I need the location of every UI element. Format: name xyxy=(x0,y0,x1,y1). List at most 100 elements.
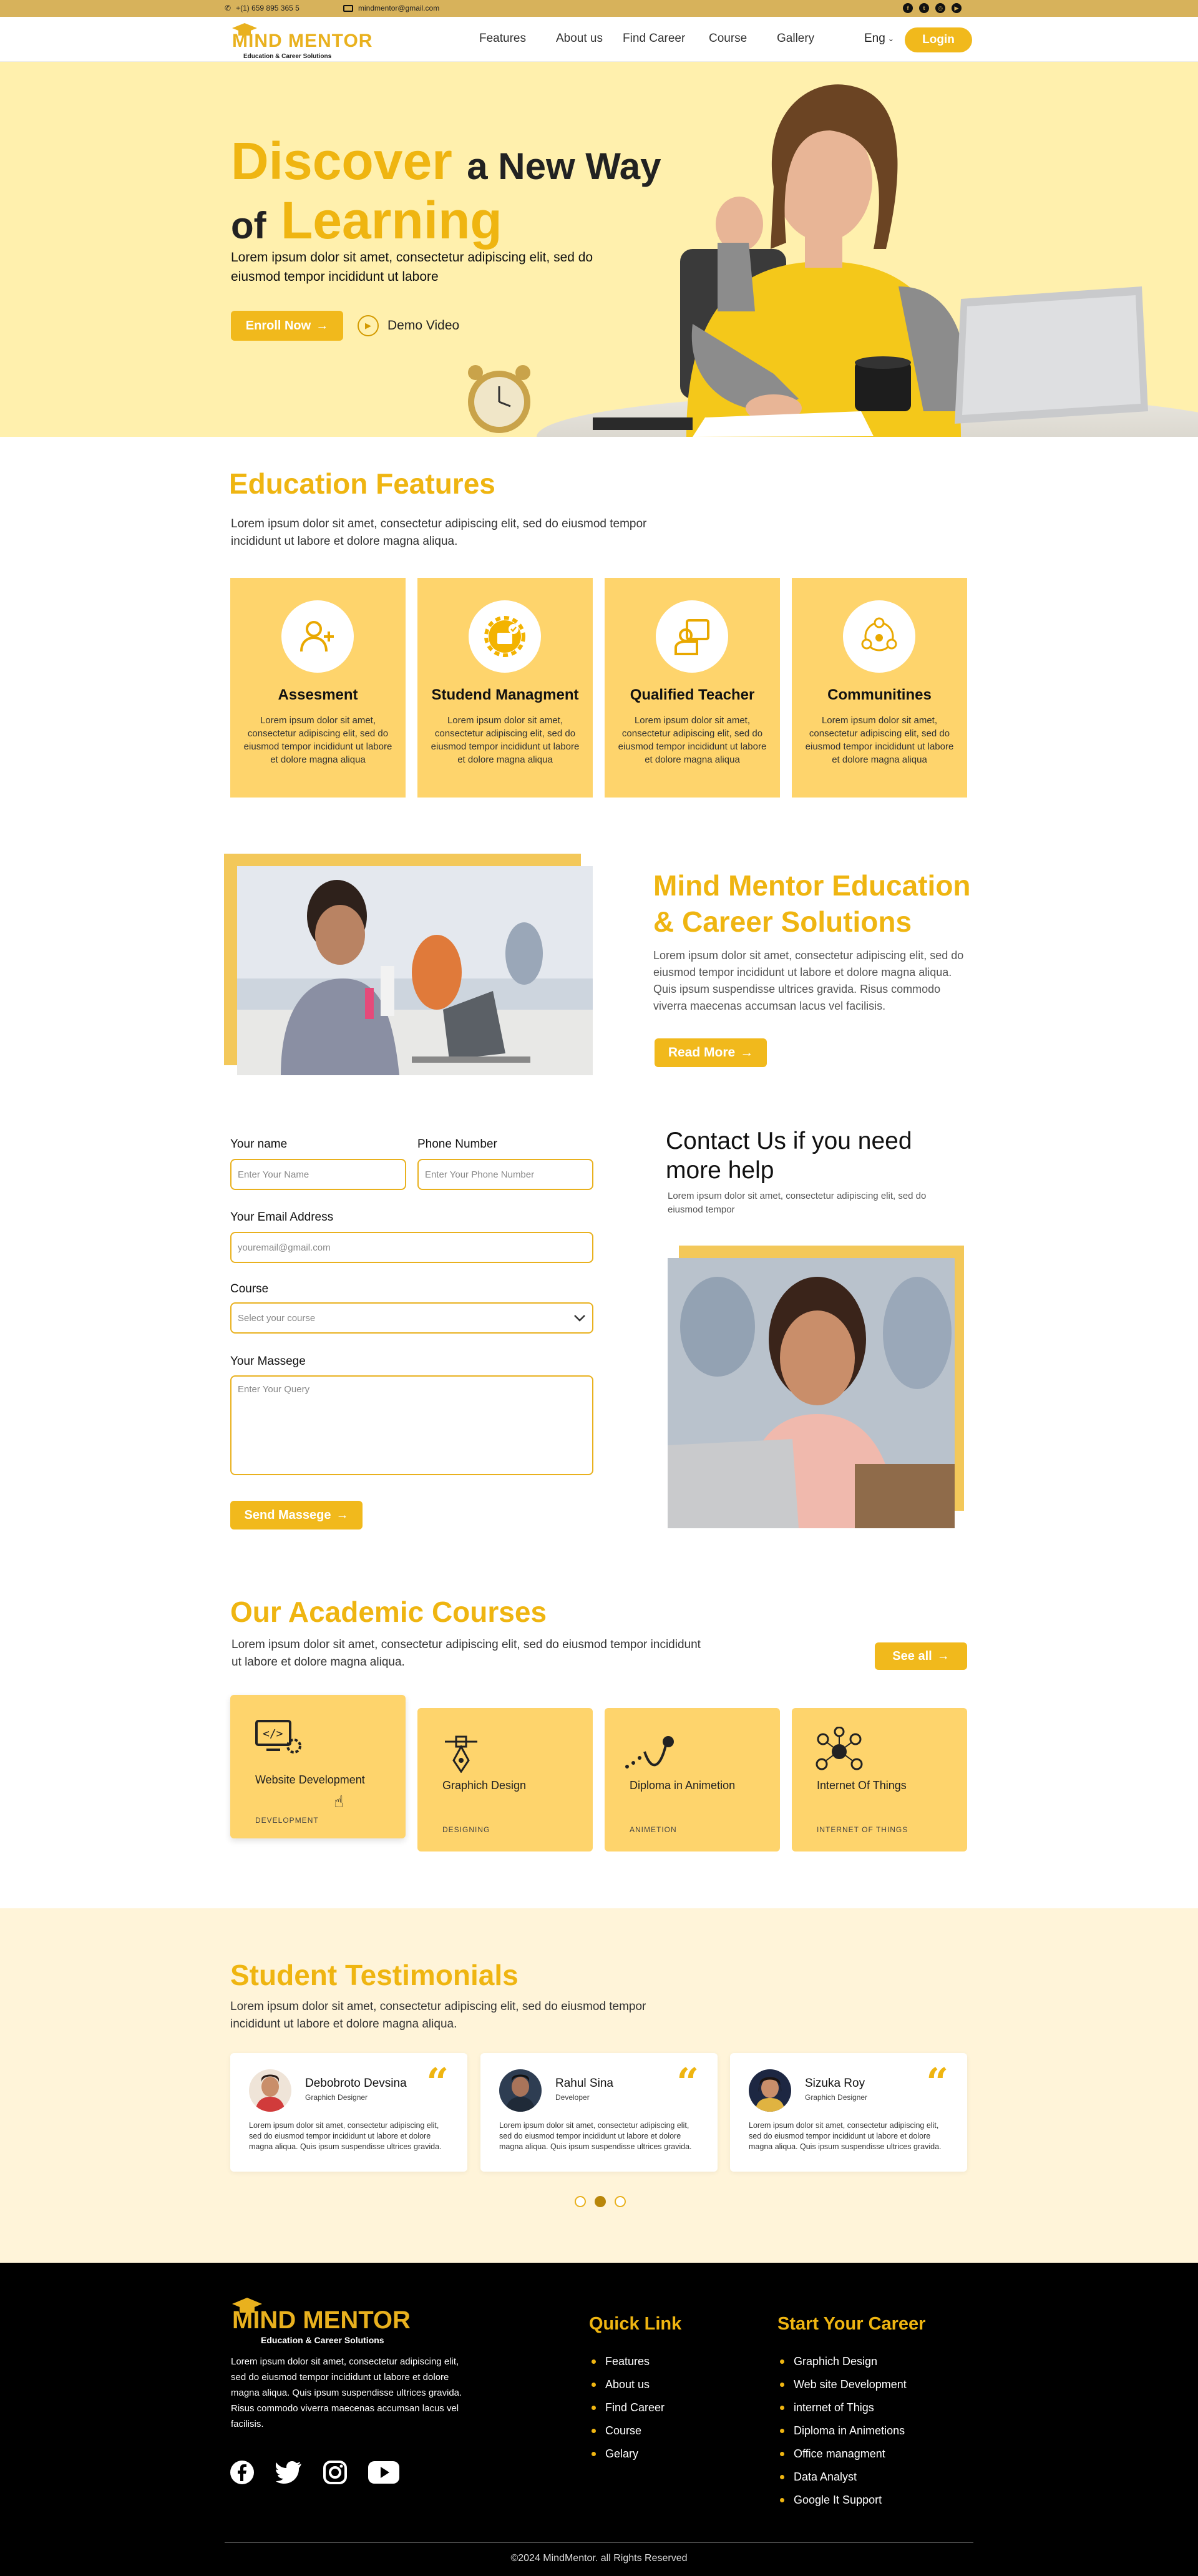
course-category: ANIMETION xyxy=(630,1825,677,1834)
feature-card: Assesment Lorem ipsum dolor sit amet, co… xyxy=(230,578,406,798)
enroll-now-label: Enroll Now xyxy=(245,318,311,333)
arrow-right-icon: → xyxy=(336,1508,349,1522)
see-all-button[interactable]: See all → xyxy=(875,1642,967,1670)
feature-text: Lorem ipsum dolor sit amet, consectetur … xyxy=(618,715,767,765)
instagram-icon[interactable]: ◎ xyxy=(935,3,945,13)
code-gear-icon: </> xyxy=(255,1720,301,1754)
course-category: DEVELOPMENT xyxy=(255,1816,319,1825)
testimonial-card: Debobroto Devsina Graphich Designer “ Lo… xyxy=(230,2053,467,2172)
contact-heading-line1: Contact Us if you need xyxy=(666,1128,912,1154)
quick-link-item[interactable]: About us xyxy=(592,2378,665,2391)
facebook-icon[interactable] xyxy=(230,2460,255,2485)
feature-icon-circle xyxy=(656,600,728,673)
nav-link-find-career[interactable]: Find Career xyxy=(623,32,685,46)
feature-icon-circle xyxy=(281,600,354,673)
testimonial-name: Sizuka Roy xyxy=(805,2077,865,2090)
about-student-image xyxy=(237,866,593,1075)
contact-heading: Contact Us if you need more help xyxy=(666,1126,912,1185)
course-select[interactable]: Select your course xyxy=(230,1302,593,1334)
copyright-text: ©2024 MindMentor. all Rights Reserved xyxy=(510,2553,688,2564)
footer-social-links xyxy=(230,2460,399,2485)
nav-link-features[interactable]: Features xyxy=(479,32,526,46)
course-card-iot[interactable]: Internet Of Things INTERNET OF THINGS xyxy=(792,1708,967,1852)
feature-title: Assesment xyxy=(278,686,358,703)
brand-tagline: Education & Career Solutions xyxy=(243,53,332,60)
quick-link-item[interactable]: Gelary xyxy=(592,2447,665,2461)
hero-title-discover: Discover xyxy=(231,132,452,190)
about-title-line2: & Career Solutions xyxy=(653,905,912,938)
enroll-now-button[interactable]: Enroll Now → xyxy=(231,311,343,341)
career-link-item[interactable]: Graphich Design xyxy=(780,2355,907,2368)
quick-link-item[interactable]: Find Career xyxy=(592,2401,665,2414)
chevron-down-icon xyxy=(574,1315,585,1322)
login-button[interactable]: Login xyxy=(905,27,972,52)
course-title: Graphich Design xyxy=(442,1779,527,1792)
carousel-dot[interactable] xyxy=(575,2196,586,2207)
send-message-button[interactable]: Send Massege → xyxy=(230,1501,363,1530)
carousel-dot-active[interactable] xyxy=(595,2196,606,2207)
avatar xyxy=(249,2069,291,2112)
phone-input[interactable]: Enter Your Phone Number xyxy=(417,1159,593,1190)
quick-link-item[interactable]: Course xyxy=(592,2424,665,2437)
footer-brand-tagline: Education & Career Solutions xyxy=(261,2335,384,2345)
mail-icon xyxy=(343,4,353,12)
course-title: Internet Of Things xyxy=(817,1779,907,1792)
hero-title-of: of xyxy=(231,205,266,246)
career-link-item[interactable]: Office managment xyxy=(780,2447,907,2461)
arrow-right-icon: → xyxy=(937,1649,950,1663)
email-contact[interactable]: mindmentor@gmail.com xyxy=(343,4,439,12)
career-title: Start Your Career xyxy=(777,2314,926,2334)
feature-card: Studend Managment Lorem ipsum dolor sit … xyxy=(417,578,593,798)
top-bar: ✆ +(1) 659 895 365 5 mindmentor@gmail.co… xyxy=(0,0,1198,17)
career-link-item[interactable]: Data Analyst xyxy=(780,2471,907,2484)
career-link-item[interactable]: internet of Thigs xyxy=(780,2401,907,2414)
phone-contact[interactable]: ✆ +(1) 659 895 365 5 xyxy=(225,4,300,12)
read-more-button[interactable]: Read More → xyxy=(655,1038,767,1067)
phone-icon: ✆ xyxy=(225,4,231,12)
quick-link-item[interactable]: Features xyxy=(592,2355,665,2368)
quote-icon: “ xyxy=(676,2059,699,2105)
career-link-item[interactable]: Web site Development xyxy=(780,2378,907,2391)
course-card-animation[interactable]: Diploma in Animetion ANIMETION xyxy=(605,1708,780,1852)
features-intro: Lorem ipsum dolor sit amet, consectetur … xyxy=(231,517,647,548)
name-input[interactable]: Enter Your Name xyxy=(230,1159,406,1190)
quick-link-list: Features About us Find Career Course Gel… xyxy=(592,2355,665,2471)
main-navigation: MIND MENTOR Education & Career Solutions… xyxy=(0,17,1198,62)
nav-link-course[interactable]: Course xyxy=(709,32,747,46)
course-title: Website Development xyxy=(255,1773,365,1786)
feature-text: Lorem ipsum dolor sit amet, consectetur … xyxy=(805,715,954,765)
play-icon: ▶ xyxy=(358,315,379,336)
hero-student-image xyxy=(468,84,1198,437)
course-card-graphic-design[interactable]: Graphich Design DESIGNING xyxy=(417,1708,593,1852)
message-textarea[interactable]: Enter Your Query xyxy=(230,1375,593,1475)
testimonial-role: Graphich Designer xyxy=(305,2093,368,2102)
about-title: Mind Mentor Education & Career Solutions xyxy=(653,867,971,940)
youtube-icon[interactable] xyxy=(368,2461,399,2484)
twitter-icon[interactable]: t xyxy=(919,3,929,13)
email-input[interactable]: youremail@gmail.com xyxy=(230,1232,593,1263)
instagram-icon[interactable] xyxy=(323,2461,347,2484)
facebook-icon[interactable]: f xyxy=(903,3,913,13)
youtube-icon[interactable]: ▶ xyxy=(952,3,962,13)
feature-icon-circle xyxy=(843,600,915,673)
chevron-down-icon: ⌄ xyxy=(887,34,894,43)
language-selector[interactable]: Eng ⌄ xyxy=(864,32,894,46)
brand-name: MIND MENTOR xyxy=(232,31,373,51)
carousel-dot[interactable] xyxy=(615,2196,626,2207)
name-label: Your name xyxy=(230,1138,288,1151)
course-card-website-development[interactable]: </> Website Development DEVELOPMENT ☝ xyxy=(230,1695,406,1838)
nav-link-about-us[interactable]: About us xyxy=(556,32,603,46)
about-text: Lorem ipsum dolor sit amet, consectetur … xyxy=(653,949,964,1012)
contact-subtext: Lorem ipsum dolor sit amet, consectetur … xyxy=(668,1191,927,1215)
email-address: mindmentor@gmail.com xyxy=(358,4,440,12)
career-link-item[interactable]: Google It Support xyxy=(780,2494,907,2507)
nav-link-gallery[interactable]: Gallery xyxy=(777,32,814,46)
email-placeholder: youremail@gmail.com xyxy=(238,1242,331,1253)
career-link-item[interactable]: Diploma in Animetions xyxy=(780,2424,907,2437)
course-placeholder: Select your course xyxy=(238,1312,316,1324)
teacher-icon xyxy=(674,619,709,655)
feature-title: Studend Managment xyxy=(431,686,579,703)
feature-text: Lorem ipsum dolor sit amet, consectetur … xyxy=(431,715,580,765)
twitter-icon[interactable] xyxy=(276,2461,302,2484)
student-management-icon xyxy=(484,616,525,657)
